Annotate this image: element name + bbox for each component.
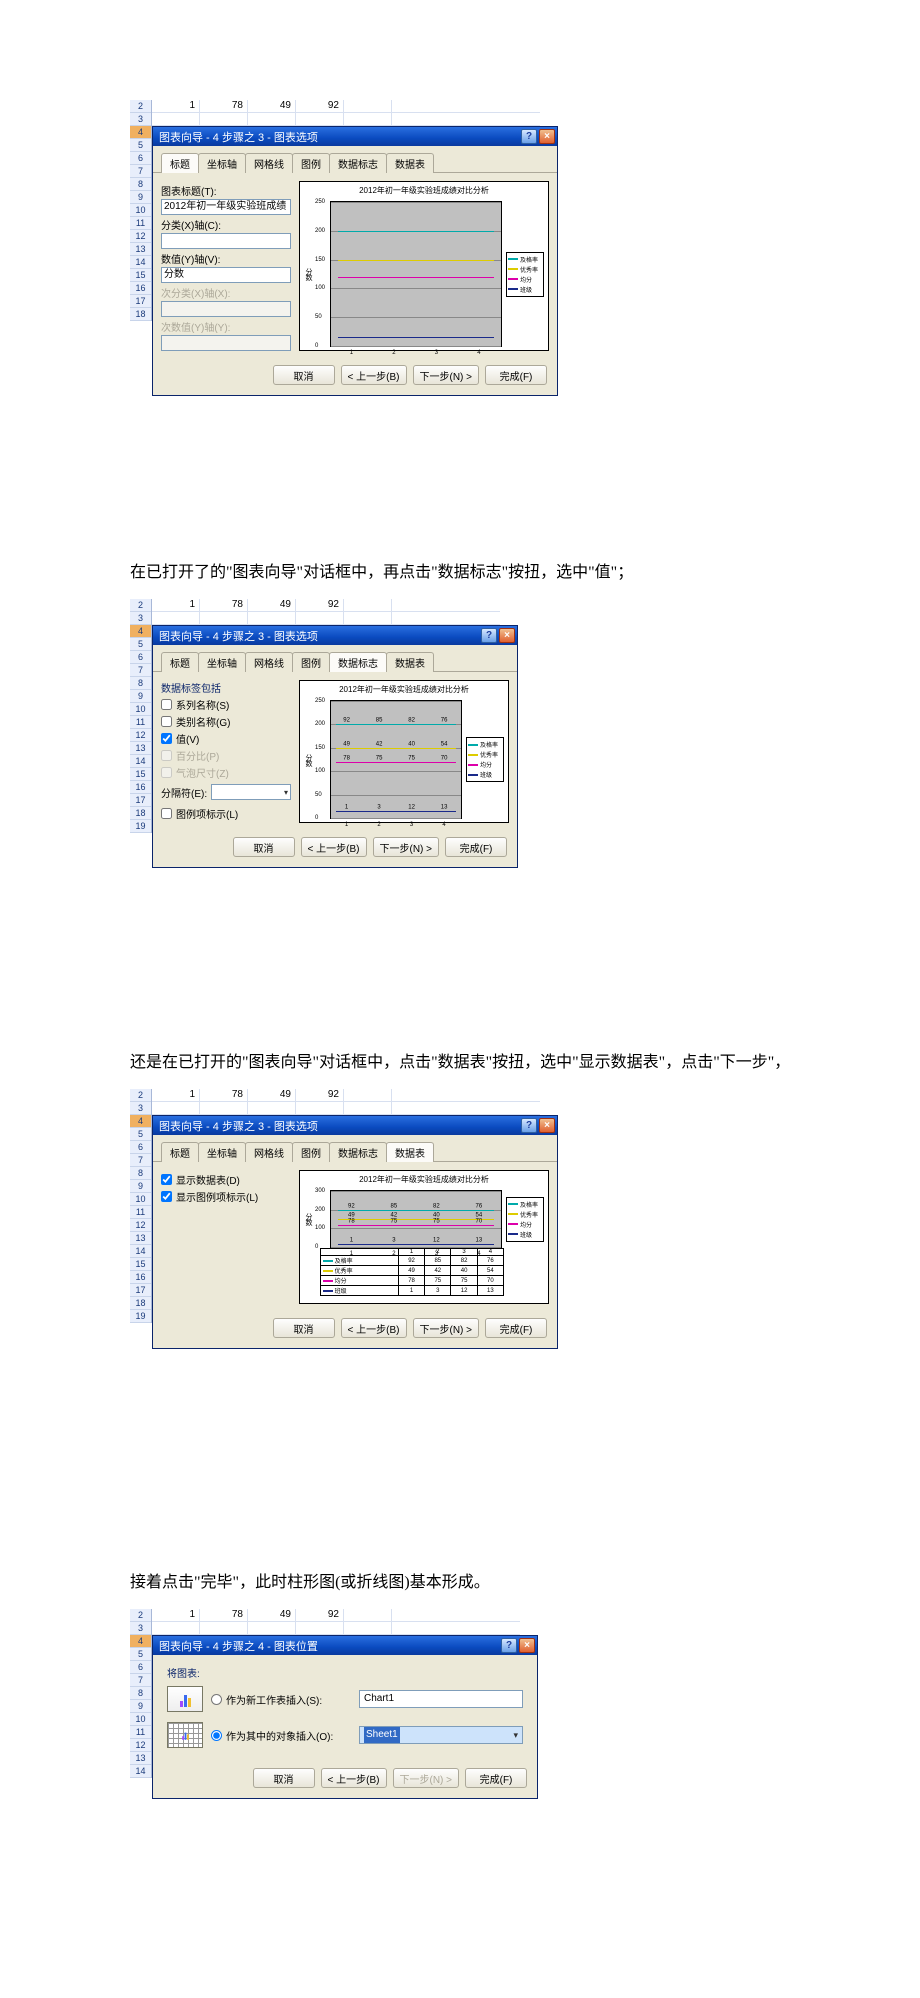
tab-3[interactable]: 图例 bbox=[292, 153, 330, 173]
finish-button[interactable]: 完成(F) bbox=[445, 837, 507, 857]
object-sheet-select[interactable]: Sheet1 bbox=[359, 1726, 523, 1744]
window-title: 图表向导 - 4 步骤之 4 - 图表位置 bbox=[159, 1638, 499, 1654]
chart-wizard-step3-titles: 图表向导 - 4 步骤之 3 - 图表选项 ? × 标题坐标轴网格线图例数据标志… bbox=[152, 126, 558, 396]
tab-1[interactable]: 坐标轴 bbox=[198, 652, 246, 672]
chart-wizard-step3-datalabels: 图表向导 - 4 步骤之 3 - 图表选项 ? × 标题坐标轴网格线图例数据标志… bbox=[152, 625, 518, 868]
as-object-in-radio[interactable]: 作为其中的对象插入(O): bbox=[211, 1728, 351, 1743]
window-title: 图表向导 - 4 步骤之 3 - 图表选项 bbox=[159, 628, 479, 644]
cancel-button[interactable]: 取消 bbox=[253, 1768, 315, 1788]
back-button[interactable]: < 上一步(B) bbox=[341, 365, 407, 385]
chart-title-input[interactable]: 2012年初一年级实验班成绩 bbox=[161, 199, 291, 215]
tab-4[interactable]: 数据标志 bbox=[329, 1142, 387, 1162]
as-new-sheet-radio[interactable]: 作为新工作表插入(S): bbox=[211, 1692, 351, 1707]
tab-3[interactable]: 图例 bbox=[292, 1142, 330, 1162]
tab-5[interactable]: 数据表 bbox=[386, 1142, 434, 1162]
secondary-value-label: 次数值(Y)轴(Y): bbox=[161, 319, 291, 334]
tab-1[interactable]: 坐标轴 bbox=[198, 1142, 246, 1162]
tab-0[interactable]: 标题 bbox=[161, 1142, 199, 1162]
back-button[interactable]: < 上一步(B) bbox=[341, 1318, 407, 1338]
next-button[interactable]: 下一步(N) > bbox=[373, 837, 440, 857]
show-data-table-checkbox[interactable]: 显示数据表(D) bbox=[161, 1172, 291, 1187]
tab-2[interactable]: 网格线 bbox=[245, 1142, 293, 1162]
value-checkbox[interactable]: 值(V) bbox=[161, 731, 291, 746]
cancel-button[interactable]: 取消 bbox=[273, 365, 335, 385]
titlebar: 图表向导 - 4 步骤之 3 - 图表选项 ? × bbox=[153, 127, 557, 146]
secondary-category-label: 次分类(X)轴(X): bbox=[161, 285, 291, 300]
tab-4[interactable]: 数据标志 bbox=[329, 652, 387, 672]
value-axis-label: 数值(Y)轴(V): bbox=[161, 251, 291, 266]
tab-5[interactable]: 数据表 bbox=[386, 652, 434, 672]
chart-title-label: 图表标题(T): bbox=[161, 183, 291, 198]
tab-5[interactable]: 数据表 bbox=[386, 153, 434, 173]
paragraph-3: 接着点击"完毕"，此时柱形图(或折线图)基本形成。 bbox=[130, 1567, 860, 1599]
chart-preview: 2012年初一年级实验班成绩对比分析 分数 050100150200250123… bbox=[299, 181, 549, 351]
category-axis-input[interactable] bbox=[161, 233, 291, 249]
window-title: 图表向导 - 4 步骤之 3 - 图表选项 bbox=[159, 129, 519, 145]
value-axis-input[interactable]: 分数 bbox=[161, 267, 291, 283]
chart-preview: 2012年初一年级实验班成绩对比分析 分数 010020030012349285… bbox=[299, 1170, 549, 1304]
tab-4[interactable]: 数据标志 bbox=[329, 153, 387, 173]
next-button[interactable]: 下一步(N) > bbox=[413, 1318, 480, 1338]
tab-2[interactable]: 网格线 bbox=[245, 652, 293, 672]
category-axis-label: 分类(X)轴(C): bbox=[161, 217, 291, 232]
finish-button[interactable]: 完成(F) bbox=[485, 1318, 547, 1338]
object-in-sheet-icon bbox=[167, 1722, 203, 1748]
window-title: 图表向导 - 4 步骤之 3 - 图表选项 bbox=[159, 1118, 519, 1134]
legend-key-checkbox[interactable]: 图例项标示(L) bbox=[161, 806, 291, 821]
help-icon[interactable]: ? bbox=[501, 1638, 517, 1653]
tab-2[interactable]: 网格线 bbox=[245, 153, 293, 173]
close-icon[interactable]: × bbox=[539, 1118, 555, 1133]
tabs: 标题坐标轴网格线图例数据标志数据表 bbox=[153, 146, 557, 173]
tab-1[interactable]: 坐标轴 bbox=[198, 153, 246, 173]
help-icon[interactable]: ? bbox=[481, 628, 497, 643]
chart-preview: 2012年初一年级实验班成绩对比分析 分数 050100150200250123… bbox=[299, 680, 509, 823]
secondary-value-input bbox=[161, 335, 291, 351]
screenshot-2: 2345678910111213141516171819 1784992 图表向… bbox=[130, 599, 500, 1033]
separator-label: 分隔符(E): bbox=[161, 785, 207, 800]
tab-0[interactable]: 标题 bbox=[161, 652, 199, 672]
screenshot-1: 23456789101112131415161718 1784992 图表向导 … bbox=[130, 100, 540, 543]
close-icon[interactable]: × bbox=[499, 628, 515, 643]
secondary-category-input bbox=[161, 301, 291, 317]
data-labels-group: 数据标签包括 bbox=[161, 680, 291, 695]
titles-form: 图表标题(T): 2012年初一年级实验班成绩 分类(X)轴(C): 数值(Y)… bbox=[161, 181, 291, 351]
chart-wizard-step4: 图表向导 - 4 步骤之 4 - 图表位置 ? × 将图表: 作为新工作表插入(… bbox=[152, 1635, 538, 1799]
new-sheet-name-input[interactable]: Chart1 bbox=[359, 1690, 523, 1708]
help-icon[interactable]: ? bbox=[521, 129, 537, 144]
help-icon[interactable]: ? bbox=[521, 1118, 537, 1133]
chart-wizard-step3-datatable: 图表向导 - 4 步骤之 3 - 图表选项 ? × 标题坐标轴网格线图例数据标志… bbox=[152, 1115, 558, 1349]
separator-select[interactable] bbox=[211, 784, 291, 800]
row-headers: 23456789101112131415161718 bbox=[130, 100, 152, 321]
cancel-button[interactable]: 取消 bbox=[273, 1318, 335, 1338]
tab-0[interactable]: 标题 bbox=[161, 153, 199, 173]
place-chart-label: 将图表: bbox=[167, 1665, 523, 1680]
series-name-checkbox[interactable]: 系列名称(S) bbox=[161, 697, 291, 712]
bubble-size-checkbox: 气泡尺寸(Z) bbox=[161, 765, 291, 780]
new-sheet-icon bbox=[167, 1686, 203, 1712]
percent-checkbox: 百分比(P) bbox=[161, 748, 291, 763]
category-name-checkbox[interactable]: 类别名称(G) bbox=[161, 714, 291, 729]
next-button[interactable]: 下一步(N) > bbox=[413, 365, 480, 385]
back-button[interactable]: < 上一步(B) bbox=[321, 1768, 387, 1788]
paragraph-1: 在已打开了的"图表向导"对话框中，再点击"数据标志"按扭，选中"值"； bbox=[130, 557, 860, 589]
screenshot-4: 234567891011121314 1784992 图表向导 - 4 步骤之 … bbox=[130, 1609, 520, 1928]
paragraph-2: 还是在已打开的"图表向导"对话框中，点击"数据表"按扭，选中"显示数据表"，点击… bbox=[130, 1047, 860, 1079]
finish-button[interactable]: 完成(F) bbox=[485, 365, 547, 385]
show-legend-keys-checkbox[interactable]: 显示图例项标示(L) bbox=[161, 1189, 291, 1204]
cancel-button[interactable]: 取消 bbox=[233, 837, 295, 857]
close-icon[interactable]: × bbox=[519, 1638, 535, 1653]
legend: 及格率优秀率均分班级 bbox=[506, 252, 544, 297]
screenshot-3: 2345678910111213141516171819 1784992 图表向… bbox=[130, 1089, 540, 1553]
finish-button[interactable]: 完成(F) bbox=[465, 1768, 527, 1788]
next-button: 下一步(N) > bbox=[393, 1768, 460, 1788]
back-button[interactable]: < 上一步(B) bbox=[301, 837, 367, 857]
close-icon[interactable]: × bbox=[539, 129, 555, 144]
tab-3[interactable]: 图例 bbox=[292, 652, 330, 672]
